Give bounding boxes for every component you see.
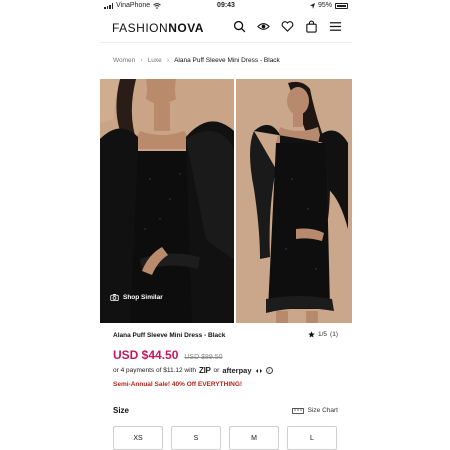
logo-bold-text: NOVA [168, 21, 204, 35]
review-count[interactable]: (1) [330, 331, 338, 338]
size-options: XS S M L [113, 426, 337, 450]
product-gallery[interactable]: Shop Similar [100, 79, 352, 323]
breadcrumb-separator: › [166, 57, 170, 64]
breadcrumb-separator: › [140, 57, 143, 64]
price-row: USD $44.50 USD $89.50 [113, 348, 223, 362]
battery-percent: 95% [317, 2, 332, 9]
product-name: Alana Puff Sleeve Mini Dress - Black [113, 332, 226, 339]
model-photo-closeup [100, 79, 234, 323]
eye-icon[interactable] [257, 20, 270, 33]
promo-banner: Semi-Annual Sale! 40% Off EVERYTHING! [113, 381, 243, 388]
status-bar: VinaPhone 09:43 95% [100, 0, 352, 12]
star-icon [308, 331, 315, 338]
size-label: Size [113, 406, 130, 415]
zip-logo[interactable]: ZIP [199, 366, 211, 375]
breadcrumb-current: Alana Puff Sleeve Mini Dress - Black [174, 57, 280, 64]
image-counter: 1/5 [318, 331, 328, 338]
phone-screen: VinaPhone 09:43 95% FASHIONNOVA Women › … [100, 0, 352, 450]
info-icon[interactable]: i [265, 367, 273, 374]
breadcrumb-luxe[interactable]: Luxe [148, 57, 162, 64]
installments-row: or 4 payments of $11.12 with ZIP or afte… [113, 366, 273, 375]
ruler-icon [291, 407, 304, 414]
image-rating-row[interactable]: 1/5 (1) [308, 331, 338, 338]
model-photo-full [236, 79, 352, 323]
size-chart-link[interactable]: Size Chart [291, 407, 338, 414]
hamburger-menu-icon[interactable] [329, 20, 342, 33]
camera-icon [110, 294, 119, 302]
location-icon [309, 2, 315, 9]
or-text: or [213, 367, 220, 374]
size-option-xs[interactable]: XS [113, 426, 163, 450]
installments-text: or 4 payments of $11.12 with [113, 367, 196, 374]
afterpay-arrows-icon [255, 368, 262, 373]
sale-price: USD $44.50 [113, 348, 179, 362]
size-option-s[interactable]: S [171, 426, 221, 450]
battery-icon [335, 2, 348, 9]
status-right: 95% [309, 2, 348, 9]
size-option-l[interactable]: L [287, 426, 337, 450]
site-header: FASHIONNOVA [100, 14, 352, 40]
product-image-1[interactable]: Shop Similar [100, 79, 234, 323]
original-price: USD $89.50 [184, 354, 223, 361]
shop-similar-label: Shop Similar [123, 294, 163, 301]
afterpay-logo[interactable]: afterpay [222, 366, 251, 375]
header-divider [100, 42, 352, 43]
breadcrumb: Women › Luxe › Alana Puff Sleeve Mini Dr… [113, 57, 280, 64]
header-icons [233, 20, 342, 33]
product-image-2[interactable] [236, 79, 352, 323]
size-chart-label: Size Chart [307, 407, 338, 414]
search-icon[interactable] [233, 20, 246, 33]
heart-icon[interactable] [281, 20, 294, 33]
size-option-m[interactable]: M [229, 426, 279, 450]
shopping-bag-icon[interactable] [305, 20, 318, 33]
breadcrumb-women[interactable]: Women [113, 57, 135, 64]
shop-similar-button[interactable]: Shop Similar [110, 293, 163, 302]
logo-light-text: FASHION [112, 21, 169, 35]
fashion-nova-logo[interactable]: FASHIONNOVA [112, 21, 204, 35]
